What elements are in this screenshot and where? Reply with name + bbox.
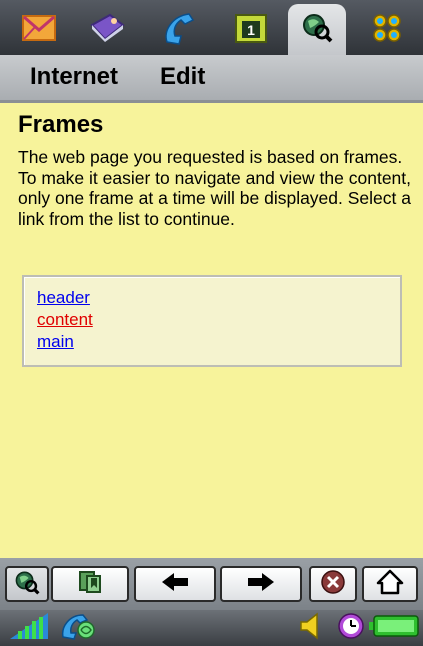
messaging-icon	[22, 15, 56, 46]
battery-indicator	[368, 612, 420, 644]
volume-indicator[interactable]	[294, 611, 324, 645]
gprs-connection-icon	[59, 611, 97, 646]
frame-link-header[interactable]: header	[37, 288, 90, 308]
volume-icon	[297, 611, 321, 645]
frame-link-list: header content main	[22, 275, 402, 367]
status-bar	[0, 610, 423, 646]
forward-arrow-icon	[246, 572, 276, 597]
signal-strength-icon	[8, 611, 50, 646]
frame-link-main[interactable]: main	[37, 332, 74, 352]
app-tab-bar: 1	[0, 0, 423, 55]
frame-link-content[interactable]: content	[37, 310, 93, 330]
internet-icon	[14, 569, 40, 600]
back-button[interactable]	[134, 566, 216, 602]
phone-icon	[161, 10, 197, 51]
menu-edit[interactable]: Edit	[160, 63, 205, 91]
applications-icon	[371, 12, 403, 49]
internet-icon	[301, 11, 333, 48]
messaging-tab[interactable]	[10, 8, 68, 53]
contacts-icon	[88, 11, 126, 50]
contacts-tab[interactable]	[78, 8, 136, 53]
bookmarks-button[interactable]	[51, 566, 129, 602]
stop-button[interactable]	[309, 566, 357, 602]
stop-icon	[320, 569, 346, 600]
home-button[interactable]	[362, 566, 418, 602]
phone-screen: 1 Internet Edit Frames The web page you …	[0, 0, 423, 646]
clock-indicator[interactable]	[336, 612, 366, 644]
calendar-icon: 1	[234, 12, 268, 49]
home-icon	[376, 569, 404, 600]
clock-icon	[337, 612, 365, 645]
signal-strength-indicator	[6, 612, 52, 644]
internet-tab[interactable]	[288, 4, 346, 55]
forward-button[interactable]	[220, 566, 302, 602]
browser-toolbar	[0, 558, 423, 610]
page-description: The web page you requested is based on f…	[18, 147, 412, 229]
menu-bar: Internet Edit	[0, 55, 423, 103]
view-group	[5, 566, 129, 602]
svg-text:1: 1	[247, 22, 255, 38]
internet-view-button[interactable]	[5, 566, 49, 602]
battery-icon	[369, 614, 419, 643]
phone-tab[interactable]	[150, 8, 208, 53]
connection-indicator	[58, 612, 98, 644]
back-arrow-icon	[160, 572, 190, 597]
page-title: Frames	[18, 111, 104, 138]
applications-tab[interactable]	[358, 8, 416, 53]
bookmark-icon	[77, 569, 103, 600]
calendar-tab[interactable]: 1	[222, 8, 280, 53]
page-content: Frames The web page you requested is bas…	[0, 103, 423, 558]
menu-internet[interactable]: Internet	[30, 63, 118, 91]
